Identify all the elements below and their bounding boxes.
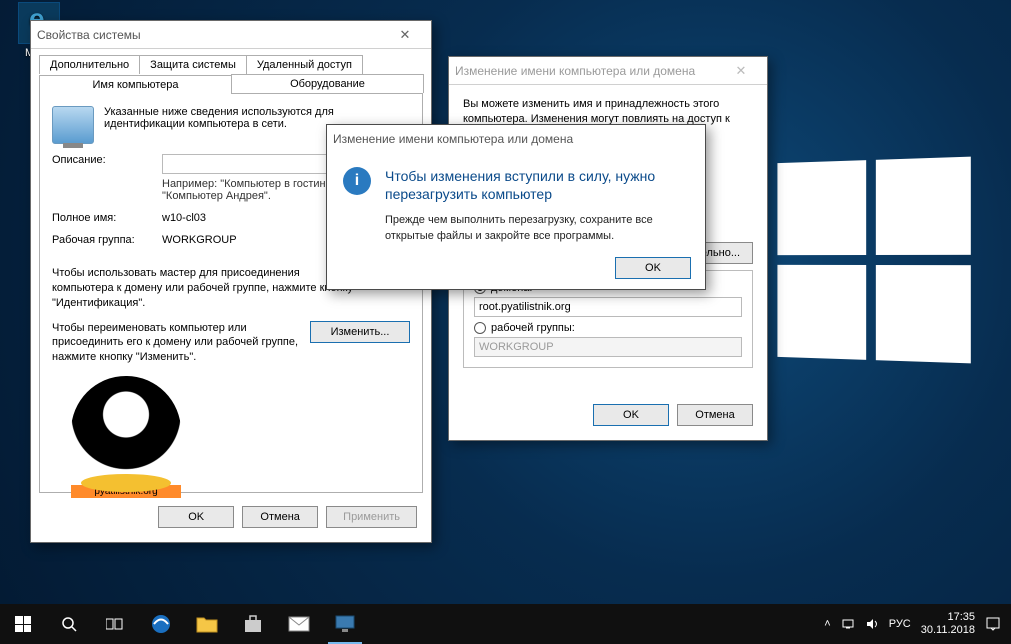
search-icon (61, 616, 77, 632)
tab-computer-name[interactable]: Имя компьютера (39, 75, 232, 94)
rename-text: Чтобы переименовать компьютер или присое… (52, 321, 300, 366)
start-button[interactable] (0, 604, 46, 644)
folder-icon (196, 615, 218, 633)
taskbar-app-explorer[interactable] (184, 604, 230, 644)
fullname-label: Полное имя: (52, 212, 162, 224)
tab-remote[interactable]: Удаленный доступ (246, 55, 363, 74)
task-view-button[interactable] (92, 604, 138, 644)
description-label: Описание: (52, 154, 162, 166)
windows-icon (15, 616, 31, 632)
titlebar[interactable]: Изменение имени компьютера или домена (327, 125, 705, 153)
domain-input[interactable] (474, 297, 742, 317)
monitor-icon (334, 614, 356, 634)
network-icon[interactable] (841, 617, 855, 631)
radio-workgroup-label: рабочей группы: (491, 322, 575, 334)
clock-time: 17:35 (921, 611, 975, 624)
tab-advanced[interactable]: Дополнительно (39, 55, 140, 74)
taskbar-app-store[interactable] (230, 604, 276, 644)
ok-button[interactable]: OK (158, 506, 234, 528)
message-main: Чтобы изменения вступили в силу, нужно п… (385, 167, 689, 203)
edge-icon (150, 613, 172, 635)
window-title: Свойства системы (37, 28, 141, 42)
penguin-label: pyatilistnik.org (71, 485, 181, 498)
ok-button[interactable]: OK (593, 404, 669, 426)
workgroup-value: WORKGROUP (162, 234, 237, 246)
info-icon: i (343, 167, 371, 195)
fullname-value: w10-cl03 (162, 212, 206, 224)
apply-button[interactable]: Применить (326, 506, 417, 528)
cancel-button[interactable]: Отмена (242, 506, 318, 528)
computer-icon (52, 106, 94, 144)
language-indicator[interactable]: РУС (889, 618, 911, 630)
taskbar: ˄ РУС 17:35 30.11.2018 (0, 604, 1011, 644)
ok-button[interactable]: OK (615, 257, 691, 279)
search-button[interactable] (46, 604, 92, 644)
close-button[interactable]: ✕ (721, 60, 761, 82)
workgroup-label: Рабочая группа: (52, 234, 162, 246)
close-button[interactable]: ✕ (385, 24, 425, 46)
window-restart-message: Изменение имени компьютера или домена i … (326, 124, 706, 290)
radio-workgroup[interactable]: рабочей группы: (474, 322, 742, 334)
window-title: Изменение имени компьютера или домена (455, 64, 695, 78)
mail-icon (288, 616, 310, 632)
radio-icon (474, 322, 486, 334)
task-view-icon (106, 617, 124, 631)
taskbar-app-mail[interactable] (276, 604, 322, 644)
tab-protection[interactable]: Защита системы (139, 55, 247, 74)
tray-chevron-icon[interactable]: ˄ (824, 618, 830, 630)
system-tray: ˄ РУС 17:35 30.11.2018 (814, 611, 1011, 637)
workgroup-input (474, 337, 742, 357)
penguin-logo: pyatilistnik.org (71, 376, 181, 486)
tab-hardware[interactable]: Оборудование (231, 74, 424, 93)
clock-date: 30.11.2018 (921, 624, 975, 637)
titlebar[interactable]: Свойства системы ✕ (31, 21, 431, 49)
store-icon (243, 614, 263, 634)
taskbar-app-edge[interactable] (138, 604, 184, 644)
message-sub: Прежде чем выполнить перезагрузку, сохра… (385, 213, 689, 244)
titlebar[interactable]: Изменение имени компьютера или домена ✕ (449, 57, 767, 85)
cancel-button[interactable]: Отмена (677, 404, 753, 426)
wizard-text: Чтобы использовать мастер для присоедине… (52, 266, 354, 311)
change-button[interactable]: Изменить... (310, 321, 410, 343)
volume-icon[interactable] (865, 617, 879, 631)
taskbar-app-system[interactable] (322, 604, 368, 644)
window-title: Изменение имени компьютера или домена (333, 132, 573, 146)
windows-logo (777, 157, 970, 364)
clock[interactable]: 17:35 30.11.2018 (921, 611, 975, 637)
notifications-icon[interactable] (985, 616, 1001, 632)
